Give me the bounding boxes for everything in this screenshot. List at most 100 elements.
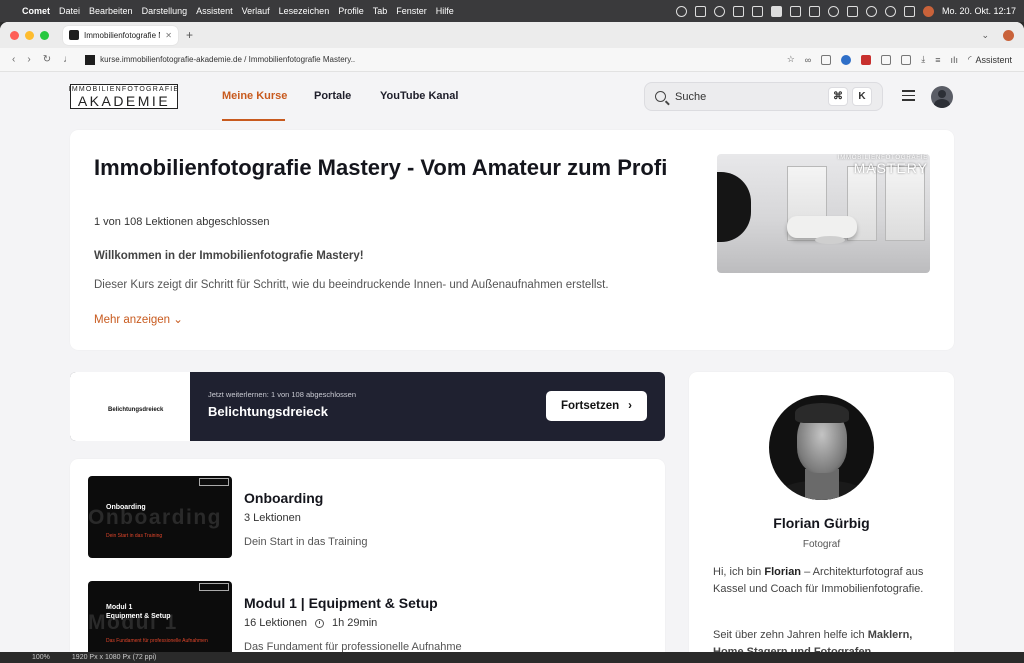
continue-button-label: Fortsetzen [561,400,620,412]
minimize-window-button[interactable] [25,30,34,40]
notion-icon[interactable] [694,5,706,17]
extension-icon[interactable] [901,54,912,65]
module-thumbnail: Modul 1 Modul 1 Equipment & Setup Das Fu… [88,581,232,652]
adobe-acrobat-icon[interactable] [861,54,872,65]
table-shape [815,236,845,244]
menubar-clock[interactable]: Mo. 20. Okt. 12:17 [942,6,1016,16]
reload-icon[interactable]: ↻ [43,54,51,65]
module-lessons: 3 Lektionen [244,512,301,524]
user-profile-icon[interactable] [922,5,934,17]
search-icon [655,91,666,102]
course-hero-card: Immobilienfotografie Mastery - Vom Amate… [70,130,954,350]
search-box[interactable]: Suche ⌘ K [644,82,883,111]
clipboard-icon[interactable] [808,5,820,17]
download-icon[interactable]: ⤓ [921,54,925,65]
bookmark-star-icon[interactable]: ☆ [787,54,795,65]
site-logo[interactable]: IMMOBILIENFOTOGRAFIE AKADEMIE [69,84,178,109]
site-header: IMMOBILIENFOTOGRAFIE AKADEMIE Meine Kurs… [0,72,1024,121]
module-title[interactable]: Modul 1 | Equipment & Setup [244,595,438,611]
status-app-icon[interactable] [789,5,801,17]
assistant-button[interactable]: ◜ Assistent [968,54,1012,65]
lesson-thumbnail-title: Belichtungsdreieck [108,407,164,413]
chevron-down-icon: ⌄ [173,314,183,326]
author-bio: Hi, ich bin Florian – Architekturfotogra… [713,564,933,598]
url-field[interactable]: kurse.immobilienfotografie-akademie.de /… [100,55,787,64]
menu-item-lesezeichen[interactable]: Lesezeichen [279,6,330,16]
course-cover-image: IMMOBILIENFOTOGRAFIE MASTERY [717,154,930,273]
assistant-label: Assistent [975,54,1012,65]
status-app-icon[interactable] [751,5,763,17]
continue-lesson-title: Belichtungsdreieck [208,404,328,419]
extension-icon[interactable] [881,54,892,65]
module-item[interactable]: Modul 1 Modul 1 Equipment & Setup Das Fu… [88,581,648,652]
keyboard-shortcut: ⌘ K [828,87,872,106]
menu-item-datei[interactable]: Datei [59,6,80,16]
nav-meine-kurse[interactable]: Meine Kurse [222,90,287,102]
bio-text: Hi, ich bin [713,566,765,578]
close-window-button[interactable] [10,30,19,40]
search-placeholder: Suche [675,90,707,103]
menu-item-profile[interactable]: Profile [338,6,364,16]
onepassword-icon[interactable] [841,54,852,65]
close-tab-icon[interactable]: ✕ [165,31,172,40]
battery-icon[interactable] [846,5,858,17]
menu-item-fenster[interactable]: Fenster [396,6,427,16]
camera-shape [717,172,751,242]
module-description: Das Fundament für professionelle Aufnahm… [244,641,462,652]
document-size: 1920 Px x 1080 Px (72 ppi) [71,654,157,661]
link-icon[interactable]: ∞ [805,55,811,65]
zoom-level[interactable]: 100% [32,654,50,661]
browser-window: Immobilienfotografie Mastery ✕ + ⌄ ‹ › ↻… [0,22,1024,652]
audio-wave-icon[interactable]: ıIı [950,55,958,65]
course-description: Dieser Kurs zeigt dir Schritt für Schrit… [94,279,609,291]
spotlight-icon[interactable] [884,5,896,17]
menu-app-name[interactable]: Comet [22,6,50,16]
course-title: Immobilienfotografie Mastery - Vom Amate… [94,155,668,180]
menu-item-assistent[interactable]: Assistent [196,6,233,16]
tab-list-chevron-icon[interactable]: ⌄ [981,30,989,41]
extension-icon[interactable] [821,54,832,65]
module-thumbnail-title: Onboarding [106,504,146,511]
continue-button[interactable]: Fortsetzen › [546,391,647,421]
new-tab-plus-icon[interactable]: + [186,28,193,42]
author-role: Fotograf [802,539,841,550]
menu-item-bearbeiten[interactable]: Bearbeiten [89,6,133,16]
module-thumbnail: Onboarding Onboarding Dein Start in das … [88,476,232,558]
zoom-window-button[interactable] [40,30,49,40]
wifi-icon[interactable] [865,5,877,17]
module-title[interactable]: Onboarding [244,490,323,506]
browser-tab-active[interactable]: Immobilienfotografie Mastery ✕ [63,25,178,45]
settings-sliders-icon[interactable] [902,90,915,102]
clock-icon [315,618,324,628]
url-favicon-icon [85,54,96,65]
menu-item-hilfe[interactable]: Hilfe [436,6,454,16]
photo-shape [795,403,849,423]
menu-item-verlauf[interactable]: Verlauf [242,6,270,16]
microphone-icon[interactable]: ♩ [63,54,73,65]
site-favicon-icon [69,30,79,40]
macos-menubar: Comet Datei Bearbeiten Darstellung Assis… [0,0,1024,22]
address-bar: ‹ › ↻ ♩ kurse.immobilienfotografie-akade… [0,48,1024,72]
flame-icon[interactable] [732,5,744,17]
web-page: IMMOBILIENFOTOGRAFIE AKADEMIE Meine Kurs… [0,72,1024,652]
control-center-icon[interactable] [903,5,915,17]
author-name: Florian Gürbig [773,515,870,531]
user-avatar-icon[interactable] [931,86,953,108]
back-arrow-icon[interactable]: ‹ [12,54,15,65]
menu-item-tab[interactable]: Tab [373,6,388,16]
bottom-status-bar: 100% 1920 Px x 1080 Px (72 ppi) [0,652,1024,663]
nav-youtube-kanal[interactable]: YouTube Kanal [380,90,458,102]
forward-arrow-icon[interactable]: › [27,54,30,65]
nav-portale[interactable]: Portale [314,90,351,102]
continue-learning-banner[interactable]: Belichtungsdreieck Jetzt weiterlernen: 1… [70,372,665,441]
menu-item-darstellung[interactable]: Darstellung [142,6,188,16]
module-item[interactable]: Onboarding Onboarding Dein Start in das … [88,476,648,558]
status-app-icon[interactable] [770,5,782,17]
time-machine-icon[interactable] [827,5,839,17]
browser-profile-icon[interactable] [1003,29,1014,41]
menu-lines-icon[interactable]: ≡ [935,55,940,65]
status-app-icon[interactable] [713,5,725,17]
status-app-icon[interactable] [675,5,687,17]
thumbnail-logo-icon [199,583,229,591]
show-more-link[interactable]: Mehr anzeigen ⌄ [94,312,183,326]
